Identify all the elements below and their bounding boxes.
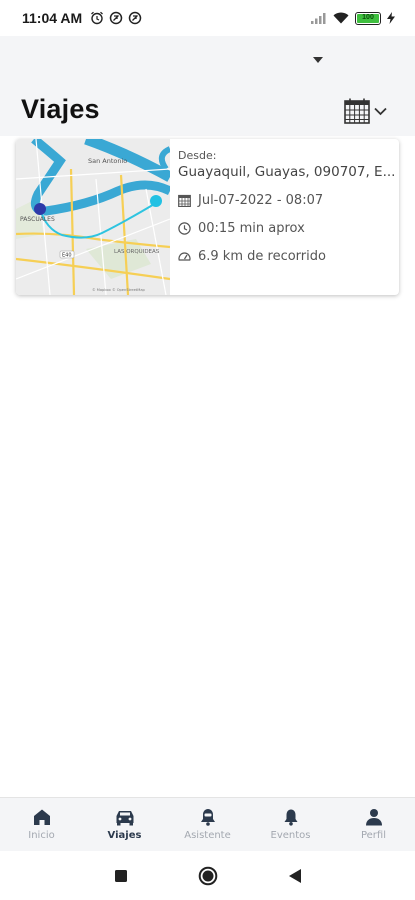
home-icon bbox=[33, 809, 50, 825]
nav-label: Perfil bbox=[360, 830, 386, 841]
bell-icon bbox=[284, 809, 297, 826]
signal-icon bbox=[311, 13, 326, 24]
page-title: Viajes bbox=[21, 94, 100, 124]
nav-label: Asistente bbox=[184, 830, 231, 841]
nav-label: Inicio bbox=[28, 830, 55, 841]
charging-icon bbox=[387, 12, 395, 24]
user-icon bbox=[365, 809, 382, 826]
nav-item-viajes[interactable]: Viajes bbox=[83, 798, 166, 851]
speedometer-icon bbox=[178, 252, 191, 261]
battery-icon: 100 bbox=[355, 11, 381, 25]
map-attribution: © Mapbox © OpenStreetMap bbox=[92, 288, 146, 292]
trip-duration: 00:15 min aprox bbox=[198, 221, 305, 236]
map-label-san-antonio: San Antonio bbox=[88, 157, 127, 165]
map-label-pascuales: PASCUALES bbox=[20, 216, 55, 223]
nav-item-inicio[interactable]: Inicio bbox=[0, 798, 83, 851]
nav-item-perfil[interactable]: Perfil bbox=[332, 798, 415, 851]
trip-date: Jul-07-2022 - 08:07 bbox=[198, 193, 324, 208]
nav-label: Eventos bbox=[270, 830, 311, 841]
car-icon bbox=[116, 811, 133, 826]
alarm-icon bbox=[91, 11, 104, 25]
nav-label: Viajes bbox=[107, 830, 142, 841]
trip-duration-row: 00:15 min aprox bbox=[178, 221, 399, 236]
calendar-filter-button[interactable] bbox=[344, 98, 387, 124]
calendar-icon bbox=[344, 98, 370, 124]
wifi-icon bbox=[333, 12, 349, 24]
app-notification-icon bbox=[128, 11, 142, 25]
assistant-icon bbox=[200, 809, 215, 826]
trip-map: San Antonio PASCUALES LAS ORQUIDEAS E40 … bbox=[16, 139, 173, 295]
status-system-icons: 100 bbox=[311, 11, 395, 25]
back-icon[interactable] bbox=[288, 868, 302, 884]
caret-down-icon[interactable] bbox=[312, 56, 324, 64]
nav-item-eventos[interactable]: Eventos bbox=[249, 798, 332, 851]
app-header: Viajes bbox=[0, 36, 415, 136]
trip-distance-row: 6.9 km de recorrido bbox=[178, 249, 399, 264]
map-label-las-orquideas: LAS ORQUIDEAS bbox=[114, 249, 160, 255]
map-road-shield: E40 bbox=[62, 253, 72, 259]
home-circle-icon[interactable] bbox=[198, 866, 218, 886]
system-navigation-bar bbox=[0, 851, 415, 900]
clock-icon bbox=[178, 222, 191, 235]
chevron-down-icon bbox=[374, 107, 387, 115]
nav-item-asistente[interactable]: Asistente bbox=[166, 798, 249, 851]
trip-date-row: Jul-07-2022 - 08:07 bbox=[178, 193, 399, 208]
app-notification-icon bbox=[109, 11, 123, 25]
status-time: 11:04 AM bbox=[22, 10, 83, 26]
trip-card[interactable]: San Antonio PASCUALES LAS ORQUIDEAS E40 … bbox=[16, 139, 399, 295]
status-bar: 11:04 AM 100 bbox=[0, 0, 415, 36]
recents-icon[interactable] bbox=[114, 869, 128, 883]
trip-distance: 6.9 km de recorrido bbox=[198, 249, 326, 264]
route-map-image: San Antonio PASCUALES LAS ORQUIDEAS E40 … bbox=[16, 139, 173, 295]
trip-info: Desde: Guayaquil, Guayas, 090707, E... J… bbox=[170, 139, 399, 295]
from-label: Desde: bbox=[178, 149, 217, 162]
status-notification-icons bbox=[90, 11, 142, 25]
from-address: Guayaquil, Guayas, 090707, E... bbox=[178, 164, 396, 180]
bottom-navigation: Inicio Viajes Asistente Eventos Perfil bbox=[0, 797, 415, 851]
calendar-small-icon bbox=[178, 194, 191, 207]
